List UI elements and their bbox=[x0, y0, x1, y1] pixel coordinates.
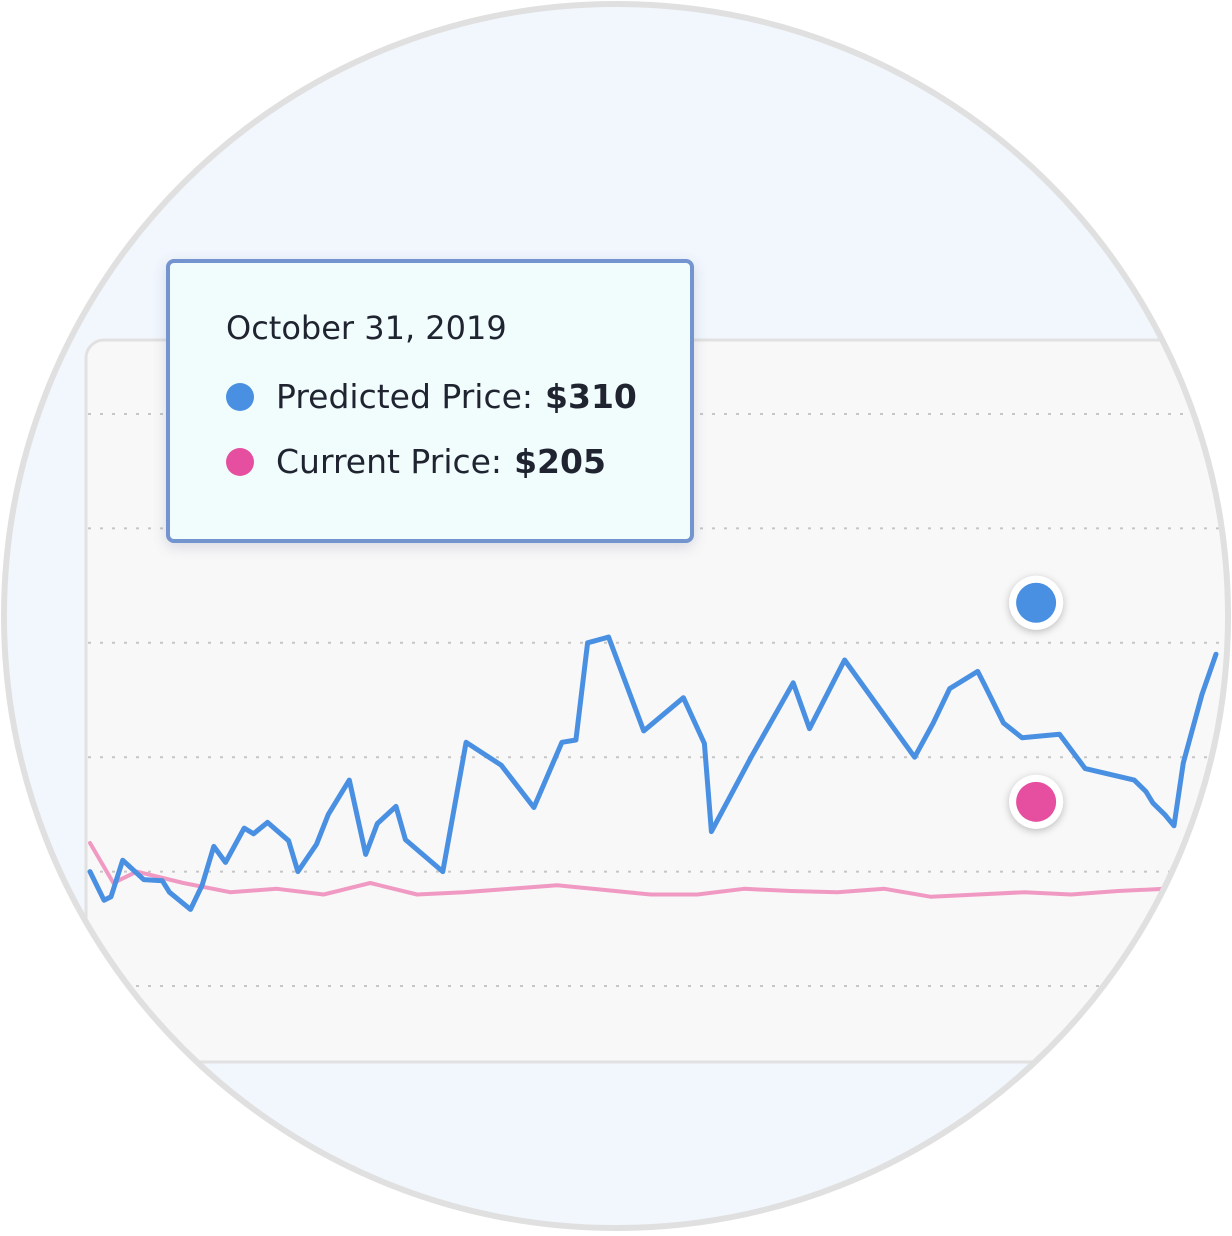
current-label: Current Price: bbox=[276, 442, 503, 481]
current-price-marker[interactable] bbox=[1016, 781, 1057, 822]
tooltip-predicted-row: Predicted Price: $310 bbox=[226, 377, 637, 416]
tooltip-current-row: Current Price: $205 bbox=[226, 442, 606, 481]
current-legend-dot bbox=[226, 447, 254, 476]
current-value: $205 bbox=[514, 442, 606, 481]
tooltip-date: October 31, 2019 bbox=[226, 309, 507, 347]
predicted-value: $310 bbox=[545, 377, 637, 416]
price-tooltip: October 31, 2019 Predicted Price: $310 C… bbox=[166, 259, 694, 543]
predicted-legend-dot bbox=[226, 382, 254, 411]
price-chart bbox=[1, 1, 1231, 1231]
chart-illustration: October 31, 2019 Predicted Price: $310 C… bbox=[0, 0, 1232, 1232]
predicted-price-marker[interactable] bbox=[1016, 582, 1057, 623]
predicted-label: Predicted Price: bbox=[276, 377, 534, 416]
